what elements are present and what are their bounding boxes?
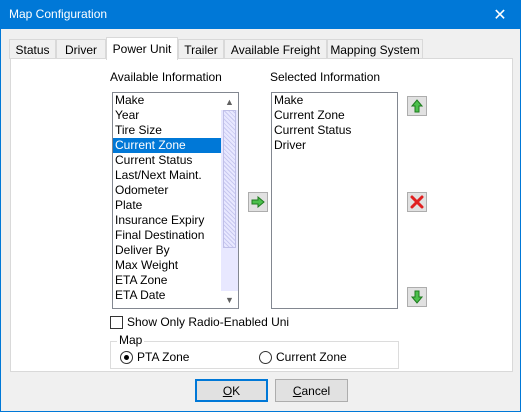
window-title: Map Configuration — [9, 7, 108, 21]
scroll-up-icon[interactable]: ▲ — [221, 93, 238, 110]
add-button[interactable] — [248, 192, 268, 212]
selected-information-label: Selected Information — [270, 70, 381, 84]
list-item[interactable]: Driver — [272, 138, 397, 153]
green-up-arrow-icon — [411, 99, 423, 113]
list-item[interactable]: Deliver By — [113, 243, 238, 258]
list-item[interactable]: Current Zone — [113, 138, 238, 153]
tab-trailer[interactable]: Trailer — [178, 39, 224, 59]
cancel-button[interactable]: Cancel — [275, 379, 348, 402]
tab-panel-power-unit: Available Information Selected Informati… — [10, 58, 513, 372]
list-item[interactable]: Plate — [113, 198, 238, 213]
available-information-list[interactable]: Make Year Tire Size Current Zone Current Sta… — [112, 92, 239, 309]
scroll-thumb[interactable] — [223, 110, 236, 248]
tab-driver[interactable]: Driver — [56, 39, 106, 59]
current-zone-radio[interactable] — [259, 351, 272, 364]
pta-zone-label: PTA Zone — [137, 350, 190, 364]
remove-button[interactable] — [407, 192, 427, 212]
list-item[interactable]: Odometer — [113, 183, 238, 198]
ok-label: OK — [222, 383, 241, 398]
pta-zone-radio[interactable] — [120, 351, 133, 364]
title-bar: Map Configuration ✕ — [1, 1, 520, 29]
green-down-arrow-icon — [411, 290, 423, 304]
map-configuration-dialog: Map Configuration ✕ Status Driver Power … — [0, 0, 521, 412]
current-zone-label: Current Zone — [276, 350, 347, 364]
list-item[interactable]: Year — [113, 108, 238, 123]
list-item[interactable]: ETA Date — [113, 288, 238, 303]
list-item[interactable]: Make — [272, 93, 397, 108]
available-list-scrollbar[interactable]: ▲ ▼ — [221, 93, 238, 308]
ok-button[interactable]: OK — [195, 379, 268, 402]
cancel-label: Cancel — [292, 383, 331, 398]
list-item[interactable]: ETA Zone — [113, 273, 238, 288]
tab-status[interactable]: Status — [9, 39, 56, 59]
list-item[interactable]: Tire Size — [113, 123, 238, 138]
radio-enabled-checkbox-label: Show Only Radio-Enabled Uni — [127, 315, 290, 329]
available-information-label: Available Information — [110, 70, 222, 84]
list-item[interactable]: Final Destination — [113, 228, 238, 243]
map-group-title: Map — [117, 333, 145, 347]
scroll-down-icon[interactable]: ▼ — [221, 291, 238, 308]
red-x-icon — [410, 195, 424, 209]
selected-items-container: Make Current Zone Current Status Driver — [272, 93, 397, 153]
tab-mapping-system[interactable]: Mapping System — [327, 39, 423, 59]
radio-enabled-checkbox[interactable] — [110, 316, 123, 329]
available-items-container: Make Year Tire Size Current Zone Current Sta… — [113, 93, 238, 303]
list-item[interactable]: Make — [113, 93, 238, 108]
radio-dot — [124, 355, 129, 360]
move-down-button[interactable] — [407, 287, 427, 307]
green-right-arrow-icon — [251, 196, 265, 208]
list-item[interactable]: Last/Next Maint. — [113, 168, 238, 183]
list-item[interactable]: Current Status — [113, 153, 238, 168]
close-icon[interactable]: ✕ — [480, 1, 520, 29]
list-item[interactable]: Current Zone — [272, 108, 397, 123]
selected-information-list[interactable]: Make Current Zone Current Status Driver — [271, 92, 398, 309]
list-item[interactable]: Current Status — [272, 123, 397, 138]
list-item[interactable]: Max Weight — [113, 258, 238, 273]
list-item[interactable]: Insurance Expiry — [113, 213, 238, 228]
move-up-button[interactable] — [407, 96, 427, 116]
tab-available-freight[interactable]: Available Freight — [224, 39, 327, 59]
tab-power-unit[interactable]: Power Unit — [106, 37, 178, 60]
